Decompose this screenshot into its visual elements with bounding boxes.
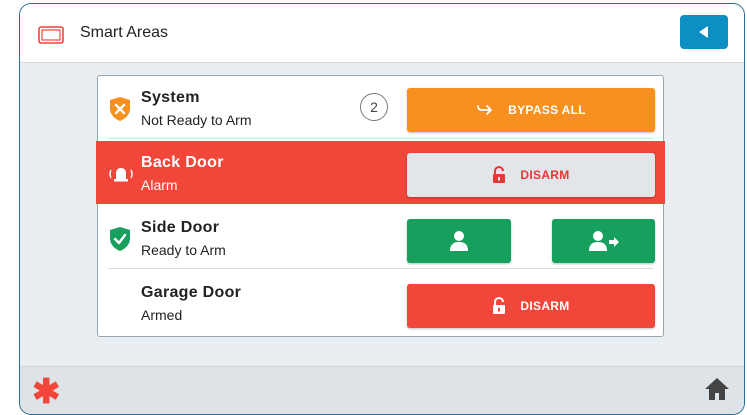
unlock-icon [493,166,506,183]
person-icon [450,231,468,251]
footer-bar: ✱ [20,366,744,414]
area-state: Alarm [141,177,178,193]
area-name: Side Door [141,219,220,236]
area-name: Garage Door [141,284,242,301]
header: Smart Areas [20,4,744,63]
shield-check-icon [110,227,130,251]
disarm-button[interactable]: DISARM [407,284,655,328]
area-name: Back Door [141,154,224,171]
arm-stay-button[interactable] [407,219,511,263]
bypass-arrow-icon [477,105,493,115]
area-row-system: System Not Ready to Arm 2 BYPASS ALL [98,76,663,139]
area-row-garage-door: Garage Door Armed DISARM [98,271,663,334]
tablet-icon [38,26,64,44]
back-button[interactable] [680,15,728,49]
arm-away-button[interactable] [552,219,655,263]
bypass-all-button[interactable]: BYPASS ALL [407,88,655,132]
back-arrow-icon [699,26,708,38]
asterisk-icon[interactable]: ✱ [32,375,61,409]
button-label: DISARM [520,168,570,182]
area-state: Armed [141,307,183,323]
area-name: System [141,89,200,106]
home-icon[interactable] [704,377,730,401]
area-state: Not Ready to Arm [141,112,252,128]
person-arrow-icon [588,231,619,251]
disarm-button[interactable]: DISARM [407,153,655,197]
area-row-side-door: Side Door Ready to Arm [98,206,663,269]
area-row-back-door: Back Door Alarm DISARM [96,141,665,204]
divider [108,138,653,139]
unlock-icon [493,297,506,314]
area-state: Ready to Arm [141,242,226,258]
shield-x-icon [110,97,130,121]
button-label: DISARM [520,299,570,313]
count-badge: 2 [360,93,388,121]
alarm-siren-icon [109,168,133,182]
device-frame: Smart Areas System Not Ready to Arm 2 BY… [19,3,745,415]
button-label: BYPASS ALL [508,103,586,117]
page-title: Smart Areas [80,24,169,41]
divider [108,268,653,269]
areas-panel: System Not Ready to Arm 2 BYPASS ALL Bac… [96,75,665,337]
